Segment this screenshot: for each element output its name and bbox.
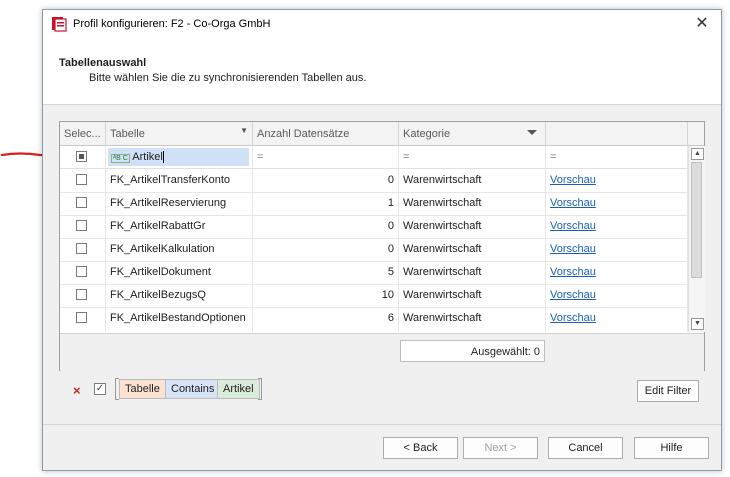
scroll-down-icon[interactable]: ▼ — [691, 318, 704, 330]
record-count-cell: 6 — [253, 307, 399, 332]
filter-chip-operator[interactable]: Contains — [165, 379, 221, 399]
scroll-up-icon[interactable]: ▲ — [691, 148, 704, 160]
filter-chip-value[interactable]: Artikel — [217, 379, 260, 399]
record-count-cell: 0 — [253, 215, 399, 238]
button-separator — [43, 424, 721, 425]
category-cell: Warenwirtschaft — [399, 261, 546, 284]
table-row[interactable]: FK_ArtikelDokument 5 Warenwirtschaft Vor… — [60, 261, 688, 285]
table-name-cell: FK_ArtikelBezugsQ — [106, 284, 253, 307]
table-row[interactable]: FK_ArtikelBestandOptionen 6 Warenwirtsch… — [60, 307, 688, 332]
table-row[interactable]: FK_ArtikelTransferKonto 0 Warenwirtschaf… — [60, 169, 688, 193]
column-header-kategorie-label: Kategorie — [403, 128, 451, 140]
filter-cell-kategorie[interactable]: = — [399, 146, 546, 168]
table-name-cell: FK_ArtikelBestandOptionen — [106, 307, 253, 332]
table-row[interactable]: FK_ArtikelBezugsQ 10 Warenwirtschaft Vor… — [60, 284, 688, 308]
cancel-button[interactable]: Cancel — [548, 437, 623, 459]
record-count-cell: 5 — [253, 261, 399, 284]
chevron-down-icon[interactable] — [527, 130, 537, 135]
next-button[interactable]: Next > — [463, 437, 538, 459]
wizard-header: Tabellenauswahl Bitte wählen Sie die zu … — [43, 38, 721, 105]
grid-footer: Ausgewählt: 0 — [60, 333, 704, 371]
column-header-scroll-corner — [688, 122, 704, 146]
preview-link[interactable]: Vorschau — [550, 266, 596, 278]
close-icon[interactable]: ✕ — [691, 14, 713, 34]
selected-count: Ausgewählt: 0 — [400, 340, 545, 362]
table-name-cell: FK_ArtikelReservierung — [106, 192, 253, 215]
edit-filter-button[interactable]: Edit Filter — [637, 380, 699, 402]
tables-grid: Selec... Tabelle ▼ Anzahl Datensätze Kat… — [59, 121, 705, 371]
text-filter-icon: ᴬB C — [111, 154, 130, 163]
vertical-scrollbar[interactable]: ▲ ▼ — [688, 146, 705, 332]
row-checkbox[interactable] — [76, 174, 87, 185]
category-cell: Warenwirtschaft — [399, 169, 546, 192]
page-subtitle: Bitte wählen Sie die zu synchronisierend… — [89, 72, 367, 84]
row-checkbox[interactable] — [76, 289, 87, 300]
select-all-checkbox[interactable] — [76, 151, 87, 162]
app-logo-icon — [52, 17, 67, 32]
filter-bracket-close — [258, 378, 262, 400]
preview-link[interactable]: Vorschau — [550, 197, 596, 209]
table-name-cell: FK_ArtikelKalkulation — [106, 238, 253, 261]
category-cell: Warenwirtschaft — [399, 215, 546, 238]
filter-cell-extra[interactable]: = — [546, 146, 688, 168]
tabelle-filter-value: Artikel — [132, 151, 163, 163]
category-cell: Warenwirtschaft — [399, 192, 546, 215]
page-title: Tabellenauswahl — [59, 57, 147, 69]
row-checkbox[interactable] — [76, 197, 87, 208]
back-button[interactable]: < Back — [383, 437, 458, 459]
filter-enabled-checkbox[interactable]: ✓ — [94, 383, 106, 395]
filter-cell-select[interactable] — [60, 146, 106, 168]
table-row[interactable]: FK_ArtikelKalkulation 0 Warenwirtschaft … — [60, 238, 688, 262]
column-header-tabelle-label: Tabelle — [110, 128, 145, 140]
preview-link[interactable]: Vorschau — [550, 289, 596, 301]
auto-filter-row: ᴬB C Artikel = = = — [60, 146, 688, 169]
category-cell: Warenwirtschaft — [399, 238, 546, 261]
column-header-anzahl[interactable]: Anzahl Datensätze — [253, 122, 399, 146]
table-name-cell: FK_ArtikelTransferKonto — [106, 169, 253, 192]
filter-cell-anzahl[interactable]: = — [253, 146, 399, 168]
table-row[interactable]: FK_ArtikelRabattGr 0 Warenwirtschaft Vor… — [60, 215, 688, 239]
filter-funnel-icon[interactable]: ▼ — [240, 126, 248, 135]
row-checkbox[interactable] — [76, 220, 87, 231]
table-name-cell: FK_ArtikelRabattGr — [106, 215, 253, 238]
column-header-select[interactable]: Selec... — [60, 122, 106, 146]
preview-link[interactable]: Vorschau — [550, 220, 596, 232]
preview-link[interactable]: Vorschau — [550, 243, 596, 255]
category-cell: Warenwirtschaft — [399, 307, 546, 332]
record-count-cell: 10 — [253, 284, 399, 307]
category-cell: Warenwirtschaft — [399, 284, 546, 307]
filter-chip-field[interactable]: Tabelle — [119, 379, 166, 399]
row-checkbox[interactable] — [76, 266, 87, 277]
preview-link[interactable]: Vorschau — [550, 312, 596, 324]
row-checkbox[interactable] — [76, 312, 87, 323]
column-header-tabelle[interactable]: Tabelle ▼ — [106, 122, 253, 146]
configure-profile-dialog: Profil konfigurieren: F2 - Co-Orga GmbH … — [42, 9, 722, 471]
window-title: Profil konfigurieren: F2 - Co-Orga GmbH — [73, 18, 271, 30]
scroll-thumb[interactable] — [691, 162, 702, 278]
title-bar: Profil konfigurieren: F2 - Co-Orga GmbH … — [43, 10, 721, 38]
clear-filter-icon[interactable]: × — [73, 383, 81, 398]
row-checkbox[interactable] — [76, 243, 87, 254]
column-header-extra — [546, 122, 688, 146]
record-count-cell: 0 — [253, 238, 399, 261]
record-count-cell: 1 — [253, 192, 399, 215]
preview-link[interactable]: Vorschau — [550, 174, 596, 186]
help-button[interactable]: Hilfe — [634, 437, 709, 459]
record-count-cell: 0 — [253, 169, 399, 192]
tabelle-filter-input[interactable]: ᴬB C Artikel — [108, 148, 249, 166]
column-header-kategorie[interactable]: Kategorie — [399, 122, 546, 146]
table-name-cell: FK_ArtikelDokument — [106, 261, 253, 284]
table-row[interactable]: FK_ArtikelReservierung 1 Warenwirtschaft… — [60, 192, 688, 216]
filter-cell-tabelle[interactable]: ᴬB C Artikel — [106, 146, 253, 168]
